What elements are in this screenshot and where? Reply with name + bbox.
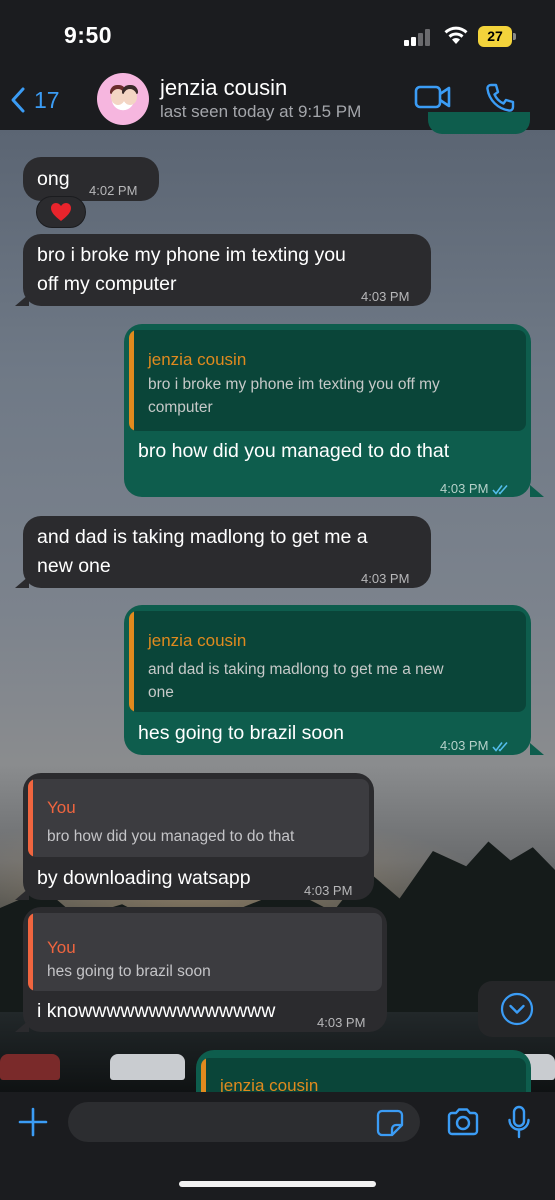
message-text-line: and dad is taking madlong to get me a: [37, 526, 368, 548]
contact-name[interactable]: jenzia cousin: [160, 75, 287, 101]
quote-bar: [129, 330, 134, 431]
message-bubble-outgoing[interactable]: jenzia cousin bro i broke my phone im te…: [124, 324, 531, 497]
message-time: 4:03 PM: [361, 289, 410, 304]
quote-bar: [28, 913, 33, 991]
quote-text-line: bro i broke my phone im texting you off …: [148, 376, 440, 393]
cellular-signal-icon: [404, 29, 434, 46]
status-time: 9:50: [64, 22, 113, 48]
wallpaper-car: [110, 1054, 185, 1080]
message-text-line: new one: [37, 555, 111, 577]
message-time: 4:03 PM: [304, 883, 353, 898]
quote-text: hes going to brazil soon: [47, 963, 211, 980]
quote-author: jenzia cousin: [148, 631, 247, 650]
double-check-icon: [492, 741, 509, 752]
microphone-icon[interactable]: [507, 1105, 531, 1139]
battery-indicator: 27: [478, 26, 516, 47]
quote-text: bro how did you managed to do that: [47, 828, 295, 845]
message-text: i knowwwwwwwwwwwwww: [37, 1000, 276, 1022]
message-time: 4:02 PM: [89, 183, 138, 198]
quote-text-line: computer: [148, 399, 213, 416]
wifi-icon: [444, 26, 468, 44]
message-time: 4:03 PM: [440, 475, 510, 504]
message-bubble-outgoing[interactable]: jenzia cousin and dad is taking madlong …: [124, 605, 531, 755]
heart-icon: [51, 203, 71, 221]
last-seen-status: last seen today at 9:15 PM: [160, 102, 362, 121]
camera-icon[interactable]: [446, 1108, 480, 1136]
home-indicator: [179, 1181, 376, 1187]
quote-bar: [28, 779, 33, 857]
sticker-icon[interactable]: [376, 1109, 404, 1137]
message-time: 4:03 PM: [317, 1015, 366, 1030]
message-text: hes going to brazil soon: [138, 722, 344, 744]
back-button[interactable]: 17: [10, 82, 60, 118]
message-composer: [0, 1092, 555, 1200]
message-bubble-outgoing-partial[interactable]: [428, 112, 530, 134]
scroll-to-bottom-button[interactable]: [478, 981, 555, 1037]
video-call-icon[interactable]: [414, 84, 452, 110]
reply-quote[interactable]: jenzia cousin and dad is taking madlong …: [129, 611, 526, 712]
wallpaper-car: [0, 1054, 60, 1080]
contact-avatar[interactable]: [97, 73, 149, 125]
message-text: ong: [37, 168, 70, 190]
quote-text-line: one: [148, 684, 174, 701]
message-bubble-incoming[interactable]: and dad is taking madlong to get me a ne…: [23, 516, 431, 588]
reply-quote[interactable]: You hes going to brazil soon: [28, 913, 382, 991]
reply-quote[interactable]: jenzia cousin bro i broke my phone im te…: [129, 330, 526, 431]
status-bar: 9:50 27: [0, 0, 555, 70]
chevron-down-circle-icon: [500, 992, 534, 1026]
phone-icon[interactable]: [484, 82, 516, 114]
unread-count: 17: [34, 86, 60, 113]
quote-author: You: [47, 798, 76, 817]
double-check-icon: [492, 484, 509, 495]
message-bubble-incoming[interactable]: You bro how did you managed to do that b…: [23, 773, 374, 900]
message-bubble-incoming[interactable]: ong 4:02 PM: [23, 157, 159, 201]
reply-quote[interactable]: You bro how did you managed to do that: [28, 779, 369, 857]
quote-bar: [129, 611, 134, 712]
plus-icon[interactable]: [18, 1107, 48, 1137]
message-bubble-incoming[interactable]: You hes going to brazil soon i knowwwwww…: [23, 907, 387, 1032]
message-input[interactable]: [68, 1102, 420, 1142]
message-time: 4:03 PM: [361, 571, 410, 586]
message-text: by downloading watsapp: [37, 867, 251, 889]
quote-author: jenzia cousin: [148, 350, 247, 369]
reaction-badge[interactable]: [36, 196, 86, 228]
message-text: bro how did you managed to do that: [138, 440, 450, 462]
chevron-left-icon: [11, 87, 25, 113]
quote-text-line: and dad is taking madlong to get me a ne…: [148, 661, 444, 678]
message-text-line: off my computer: [37, 273, 177, 295]
quote-author: You: [47, 938, 76, 957]
message-bubble-incoming[interactable]: bro i broke my phone im texting you off …: [23, 234, 431, 306]
message-text-line: bro i broke my phone im texting you: [37, 244, 346, 266]
message-time: 4:03 PM: [440, 732, 510, 761]
